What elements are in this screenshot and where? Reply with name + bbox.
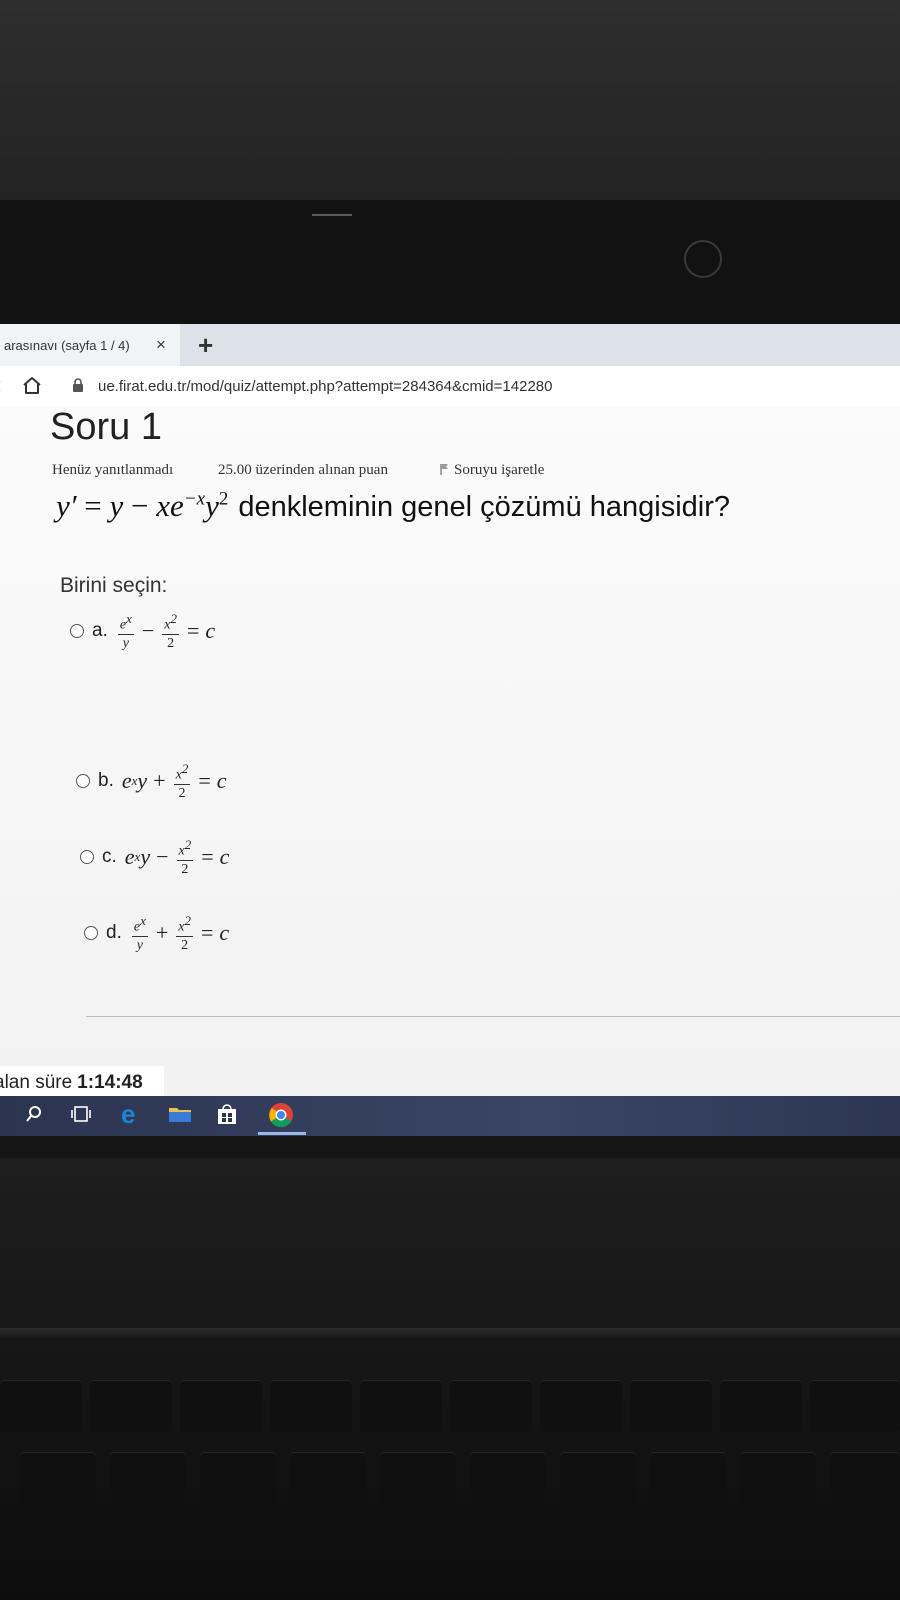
file-explorer-icon[interactable] <box>168 1104 192 1129</box>
lock-icon <box>72 378 84 398</box>
tab-close-button[interactable]: × <box>156 335 166 355</box>
answer-prompt: Birini seçin: <box>60 574 168 597</box>
keyboard-key <box>200 1452 276 1522</box>
keyboard-key <box>380 1452 456 1522</box>
option-d-radio[interactable] <box>84 926 98 941</box>
question-divider <box>86 1016 900 1017</box>
edge-icon[interactable]: e <box>118 1099 144 1132</box>
question-points: 25.00 üzerinden alınan puan <box>218 462 388 478</box>
screen-bottom-bezel <box>0 1136 900 1158</box>
option-c-formula: ex y − x2 2 = c <box>124 837 230 877</box>
keyboard-key <box>90 1380 172 1432</box>
keyboard-key <box>270 1380 352 1432</box>
url-field[interactable]: ue.firat.edu.tr/mod/quiz/attempt.php?att… <box>98 378 552 395</box>
quiz-timer: alan süre 1:14:48 <box>0 1066 164 1100</box>
laptop-bezel-top <box>0 0 900 200</box>
flag-label: Soruyu işaretle <box>454 462 545 478</box>
keyboard-key <box>540 1380 622 1432</box>
home-icon[interactable] <box>22 376 42 400</box>
keyboard <box>0 1372 900 1600</box>
keyboard-key <box>740 1452 816 1522</box>
option-d[interactable]: d. ex y + x2 2 = c <box>84 914 229 953</box>
question-status: Henüz yanıtlanmadı <box>52 462 174 478</box>
windows-taskbar: e <box>0 1096 900 1136</box>
search-icon[interactable] <box>24 1104 44 1129</box>
task-view-icon[interactable] <box>70 1104 92 1129</box>
question-equation: y′ = y − xe−xy2 <box>56 488 229 523</box>
keyboard-key <box>20 1452 96 1522</box>
keyboard-key <box>180 1380 262 1432</box>
store-icon[interactable] <box>216 1104 238 1131</box>
keyboard-key <box>810 1380 900 1432</box>
option-b-formula: ex y + x2 2 = c <box>121 761 227 801</box>
laptop-hinge <box>0 1328 900 1340</box>
keyboard-key <box>290 1452 366 1522</box>
keyboard-key <box>720 1380 802 1432</box>
option-a-radio[interactable] <box>70 624 84 639</box>
keyboard-key <box>650 1452 726 1522</box>
option-d-letter: d. <box>106 922 122 944</box>
quiz-page: Soru 1 Henüz yanıtlanmadı 25.00 üzerinde… <box>0 406 900 1096</box>
address-bar: ‹ ue.firat.edu.tr/mod/quiz/attempt.php?a… <box>0 366 900 407</box>
chrome-icon[interactable] <box>268 1102 294 1133</box>
question-text: y′ = y − xe−xy2 denkleminin genel çözümü… <box>56 488 730 524</box>
option-c-letter: c. <box>102 846 117 868</box>
new-tab-button[interactable]: + <box>198 330 213 361</box>
laptop-bezel <box>0 200 900 324</box>
option-a[interactable]: a. ex y − x2 2 = c <box>70 612 215 651</box>
question-heading: Soru 1 <box>50 406 162 448</box>
keyboard-key <box>0 1380 82 1432</box>
option-a-formula: ex y − x2 2 = c <box>117 611 216 651</box>
flag-icon <box>440 463 449 481</box>
keyboard-key <box>560 1452 636 1522</box>
option-b-letter: b. <box>98 770 114 792</box>
back-arrow-icon[interactable]: ‹ <box>0 372 1 398</box>
keyboard-key <box>830 1452 900 1522</box>
option-a-letter: a. <box>92 620 108 642</box>
option-b-radio[interactable] <box>76 774 90 789</box>
question-text-suffix: denkleminin genel çözümü hangisidir? <box>238 491 731 523</box>
keyboard-key <box>110 1452 186 1522</box>
browser-tab[interactable]: arasınavı (sayfa 1 / 4) <box>0 324 180 366</box>
timer-label: alan süre <box>0 1072 73 1093</box>
svg-text:e: e <box>121 1101 135 1127</box>
keyboard-key <box>470 1452 546 1522</box>
bezel-highlight <box>312 214 352 216</box>
option-d-formula: ex y + x2 2 = c <box>131 913 230 953</box>
keyboard-key <box>450 1380 532 1432</box>
browser-tab-bar: arasınavı (sayfa 1 / 4) × + <box>0 324 900 366</box>
timer-value: 1:14:48 <box>77 1072 143 1093</box>
chrome-active-indicator <box>258 1132 306 1135</box>
laptop-screen: arasınavı (sayfa 1 / 4) × + ‹ ue.firat.e… <box>0 324 900 1158</box>
option-c[interactable]: c. ex y − x2 2 = c <box>80 838 229 877</box>
keyboard-key <box>630 1380 712 1432</box>
option-b[interactable]: b. ex y + x2 2 = c <box>76 762 227 801</box>
webcam <box>684 240 722 278</box>
flag-question-link[interactable]: Soruyu işaretle <box>440 462 544 481</box>
option-c-radio[interactable] <box>80 850 94 865</box>
keyboard-key <box>360 1380 442 1432</box>
tab-title: arasınavı (sayfa 1 / 4) <box>4 337 130 353</box>
